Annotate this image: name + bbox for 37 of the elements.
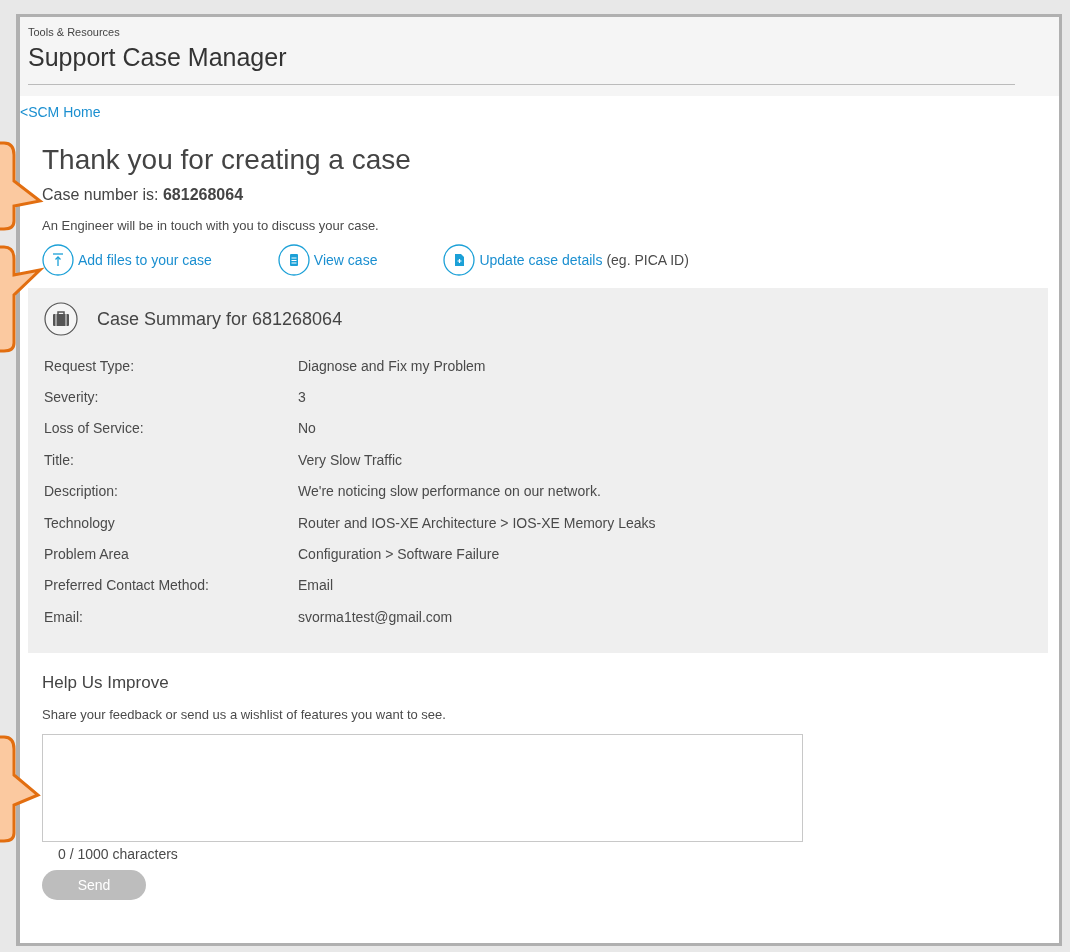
add-document-icon[interactable] <box>443 244 476 276</box>
briefcase-icon <box>44 302 78 336</box>
feedback-description: Share your feedback or send us a wishlist of features you want to see. <box>42 706 446 722</box>
case-number: Case number is: 681268064 <box>42 186 245 204</box>
field-label: Problem Area <box>44 546 130 563</box>
field-label: Email: <box>44 608 84 625</box>
field-value: Email <box>298 577 334 594</box>
feedback-field[interactable] <box>42 733 803 842</box>
field-label: Title: <box>44 451 75 468</box>
action-link[interactable]: View case <box>313 252 378 268</box>
character-counter: 0 / 1000 characters <box>58 845 178 862</box>
action-link[interactable]: Add files to your case <box>78 252 212 268</box>
field-value: No <box>298 420 317 437</box>
field-value: Very Slow Traffic <box>298 451 403 468</box>
field-value: Configuration > Software Failure <box>298 546 501 563</box>
page-title: Support Case Manager <box>28 43 288 72</box>
field-label: Technology <box>44 514 116 531</box>
upload-icon[interactable] <box>42 244 74 276</box>
field-label: Loss of Service: <box>44 420 145 437</box>
field-label: Request Type: <box>44 357 136 374</box>
field-value: Router and IOS-XE Architecture > IOS-XE Memory Leaks <box>298 514 657 531</box>
field-label: Preferred Contact Method: <box>44 577 210 594</box>
field-value: 3 <box>298 389 307 406</box>
confirmation-message: An Engineer will be in touch with you to discuss your case. <box>42 218 380 233</box>
field-value: We're noticing slow performance on our network. <box>298 483 602 500</box>
breadcrumb: Tools & Resources <box>28 26 121 38</box>
field-value: Diagnose and Fix my Problem <box>298 357 487 374</box>
back-link[interactable]: <SCM Home <box>20 104 101 120</box>
confirmation-heading: Thank you for creating a case <box>42 144 412 176</box>
feedback-title: Help Us Improve <box>42 672 169 693</box>
field-value: svorma1test@gmail.com <box>298 608 454 625</box>
summary-title: Case Summary for 681268064 <box>97 308 343 330</box>
action-note: (eg. PICA ID) <box>606 252 689 268</box>
document-icon[interactable] <box>277 244 310 276</box>
field-label: Description: <box>44 483 119 500</box>
field-label: Severity: <box>44 389 100 406</box>
action-link[interactable]: Update case details <box>479 252 603 268</box>
